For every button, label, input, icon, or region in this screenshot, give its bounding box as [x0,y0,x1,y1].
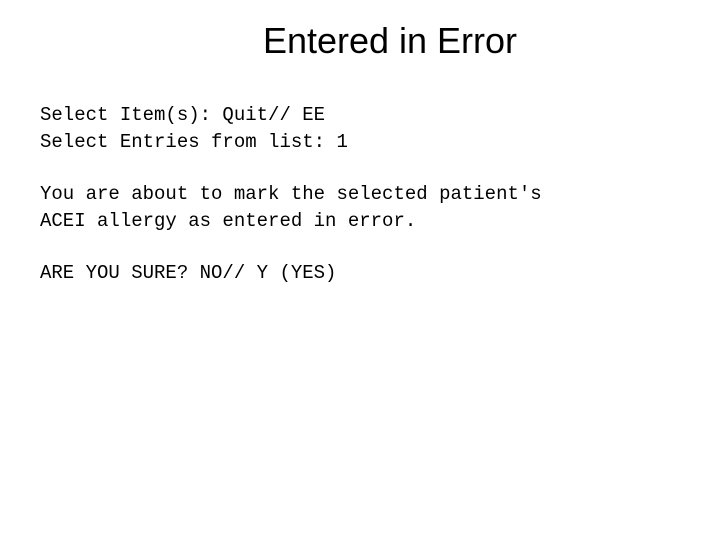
terminal-block: Select Item(s): Quit// EE Select Entries… [40,102,680,287]
slide-container: Entered in Error Select Item(s): Quit// … [0,0,720,333]
sure-line: ARE YOU SURE? NO// Y (YES) [40,260,680,287]
confirmation-block: You are about to mark the selected patie… [40,181,680,234]
confirm-line-2: ACEI allergy as entered in error. [40,208,680,235]
select-block: Select Item(s): Quit// EE Select Entries… [40,102,680,155]
confirm-line-1: You are about to mark the selected patie… [40,181,680,208]
slide-title: Entered in Error [40,20,680,62]
select-entries-line: Select Entries from list: 1 [40,129,680,156]
select-items-line: Select Item(s): Quit// EE [40,102,680,129]
sure-block: ARE YOU SURE? NO// Y (YES) [40,260,680,287]
